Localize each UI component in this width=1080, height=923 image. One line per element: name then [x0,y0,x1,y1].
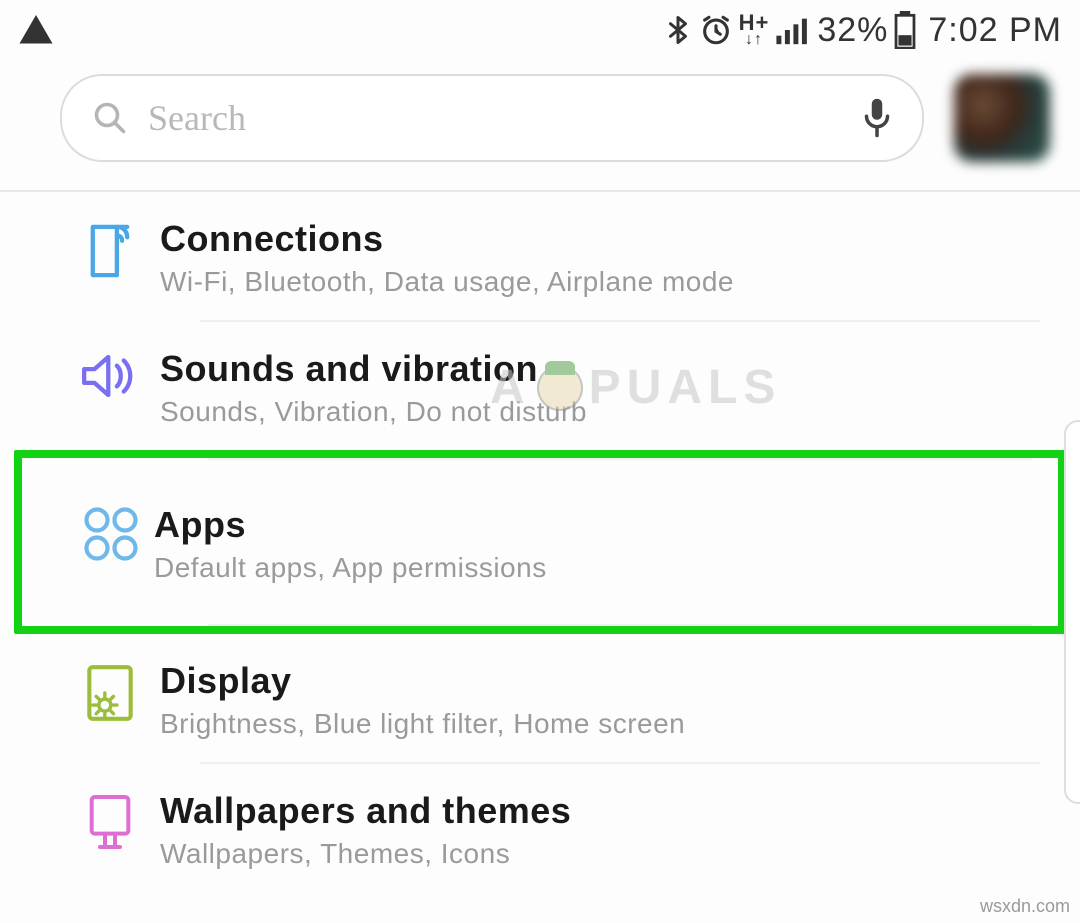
item-subtitle: Default apps, App permissions [154,552,1028,584]
settings-item-wallpapers[interactable]: Wallpapers and themes Wallpapers, Themes… [0,764,1080,892]
signal-icon [775,15,809,45]
profile-avatar[interactable] [954,74,1050,162]
alarm-icon [699,13,733,47]
search-icon [92,100,128,136]
item-subtitle: Brightness, Blue light filter, Home scre… [160,708,1050,740]
item-subtitle: Sounds, Vibration, Do not disturb [160,396,1050,428]
display-icon [82,662,138,724]
warning-icon [18,12,54,48]
edge-panel-handle[interactable] [1064,420,1080,804]
settings-list: Connections Wi-Fi, Bluetooth, Data usage… [0,192,1080,892]
status-bar: H+ ↓↑ 32% 7:02 PM [0,0,1080,60]
network-type-icon: H+ ↓↑ [739,13,770,47]
battery-icon [894,11,916,49]
item-title: Connections [160,218,1050,260]
settings-item-apps[interactable]: Apps Default apps, App permissions [22,460,1058,624]
sounds-icon [79,350,141,402]
settings-item-display[interactable]: Display Brightness, Blue light filter, H… [0,634,1080,762]
divider [208,624,1032,626]
settings-item-sounds[interactable]: Sounds and vibration Sounds, Vibration, … [0,322,1080,450]
highlight-box: Apps Default apps, App permissions [14,450,1066,634]
mic-icon[interactable] [862,97,892,139]
apps-icon [83,506,139,562]
item-title: Apps [154,504,1028,546]
item-title: Wallpapers and themes [160,790,1050,832]
search-row: Search [0,60,1080,190]
wallpapers-icon [84,792,136,852]
bluetooth-icon [663,13,693,47]
item-title: Display [160,660,1050,702]
search-placeholder: Search [148,97,862,139]
connections-icon [83,220,137,282]
clock: 7:02 PM [928,11,1062,50]
item-title: Sounds and vibration [160,348,1050,390]
settings-item-connections[interactable]: Connections Wi-Fi, Bluetooth, Data usage… [0,192,1080,320]
item-subtitle: Wi-Fi, Bluetooth, Data usage, Airplane m… [160,266,1050,298]
battery-percent: 32% [817,11,888,50]
item-subtitle: Wallpapers, Themes, Icons [160,838,1050,870]
search-input[interactable]: Search [60,74,924,162]
credit-label: wsxdn.com [980,896,1070,917]
